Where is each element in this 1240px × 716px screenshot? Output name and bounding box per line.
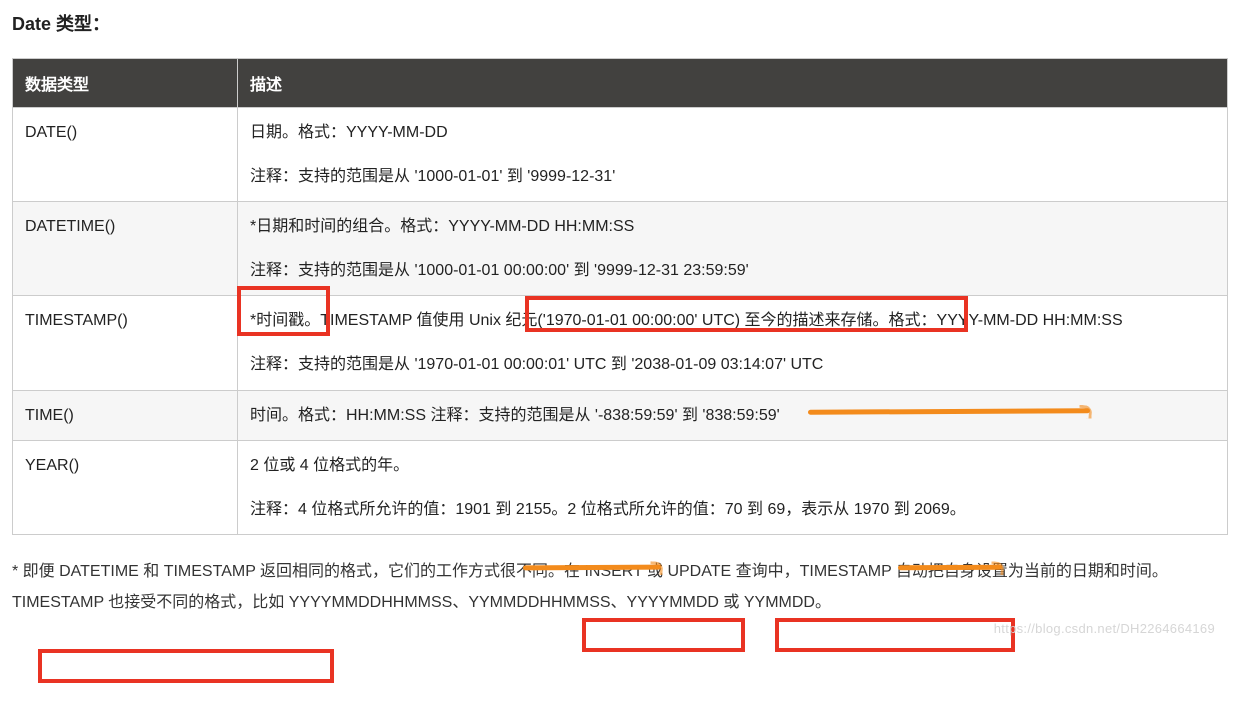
cell-type: YEAR(): [13, 441, 238, 535]
footnote-text: * 即便 DATETIME 和 TIMESTAMP 返回相同的格式，它们的工作方…: [12, 557, 1228, 618]
desc-line: 2 位或 4 位格式的年。: [250, 453, 1215, 479]
cell-desc: 时间。格式：HH:MM:SS 注释：支持的范围是从 '-838:59:59' 到…: [238, 390, 1228, 441]
cell-desc: *时间戳。TIMESTAMP 值使用 Unix 纪元('1970-01-01 0…: [238, 296, 1228, 390]
cell-type: TIME(): [13, 390, 238, 441]
highlight-box: [38, 649, 334, 683]
cell-type: DATE(): [13, 108, 238, 202]
table-header-row: 数据类型 描述: [13, 59, 1228, 108]
cell-desc: *日期和时间的组合。格式：YYYY-MM-DD HH:MM:SS 注释：支持的范围…: [238, 202, 1228, 296]
highlight-box: [775, 618, 1015, 652]
desc-line: *时间戳。TIMESTAMP 值使用 Unix 纪元('1970-01-01 0…: [250, 308, 1215, 334]
desc-line: 注释：支持的范围是从 '1970-01-01 00:00:01' UTC 到 '…: [250, 352, 1215, 378]
table-row: TIME() 时间。格式：HH:MM:SS 注释：支持的范围是从 '-838:59…: [13, 390, 1228, 441]
cell-desc: 日期。格式：YYYY-MM-DD 注释：支持的范围是从 '1000-01-01' …: [238, 108, 1228, 202]
desc-line: 注释：支持的范围是从 '1000-01-01 00:00:00' 到 '9999…: [250, 258, 1215, 284]
table-row: YEAR()2 位或 4 位格式的年。注释：4 位格式所允许的值：1901 到 …: [13, 441, 1228, 535]
cell-type: TIMESTAMP(): [13, 296, 238, 390]
desc-line: 注释：支持的范围是从 '1000-01-01' 到 '9999-12-31': [250, 164, 1215, 190]
desc-line: 时间。格式：HH:MM:SS 注释：支持的范围是从 '-838:59:59' 到…: [250, 403, 1215, 429]
desc-line: 注释：4 位格式所允许的值：1901 到 2155。2 位格式所允许的值：70 …: [250, 497, 1215, 523]
highlight-box: [582, 618, 745, 652]
desc-line: *日期和时间的组合。格式：YYYY-MM-DD HH:MM:SS: [250, 214, 1215, 240]
cell-type: DATETIME(): [13, 202, 238, 296]
table-row: TIMESTAMP() *时间戳。TIMESTAMP 值使用 Unix 纪元('1…: [13, 296, 1228, 390]
cell-desc: 2 位或 4 位格式的年。注释：4 位格式所允许的值：1901 到 2155。2…: [238, 441, 1228, 535]
table-row: DATE() 日期。格式：YYYY-MM-DD 注释：支持的范围是从 '1000-0…: [13, 108, 1228, 202]
desc-line: 日期。格式：YYYY-MM-DD: [250, 120, 1215, 146]
header-type: 数据类型: [13, 59, 238, 108]
table-row: DATETIME()*日期和时间的组合。格式：YYYY-MM-DD HH:MM:…: [13, 202, 1228, 296]
date-types-table: 数据类型 描述 DATE() 日期。格式：YYYY-MM-DD 注释：支持的范围是从…: [12, 58, 1228, 535]
watermark-text: https://blog.csdn.net/DH2264664169: [994, 621, 1215, 636]
header-desc: 描述: [238, 59, 1228, 108]
page-heading: Date 类型：: [12, 10, 1228, 36]
